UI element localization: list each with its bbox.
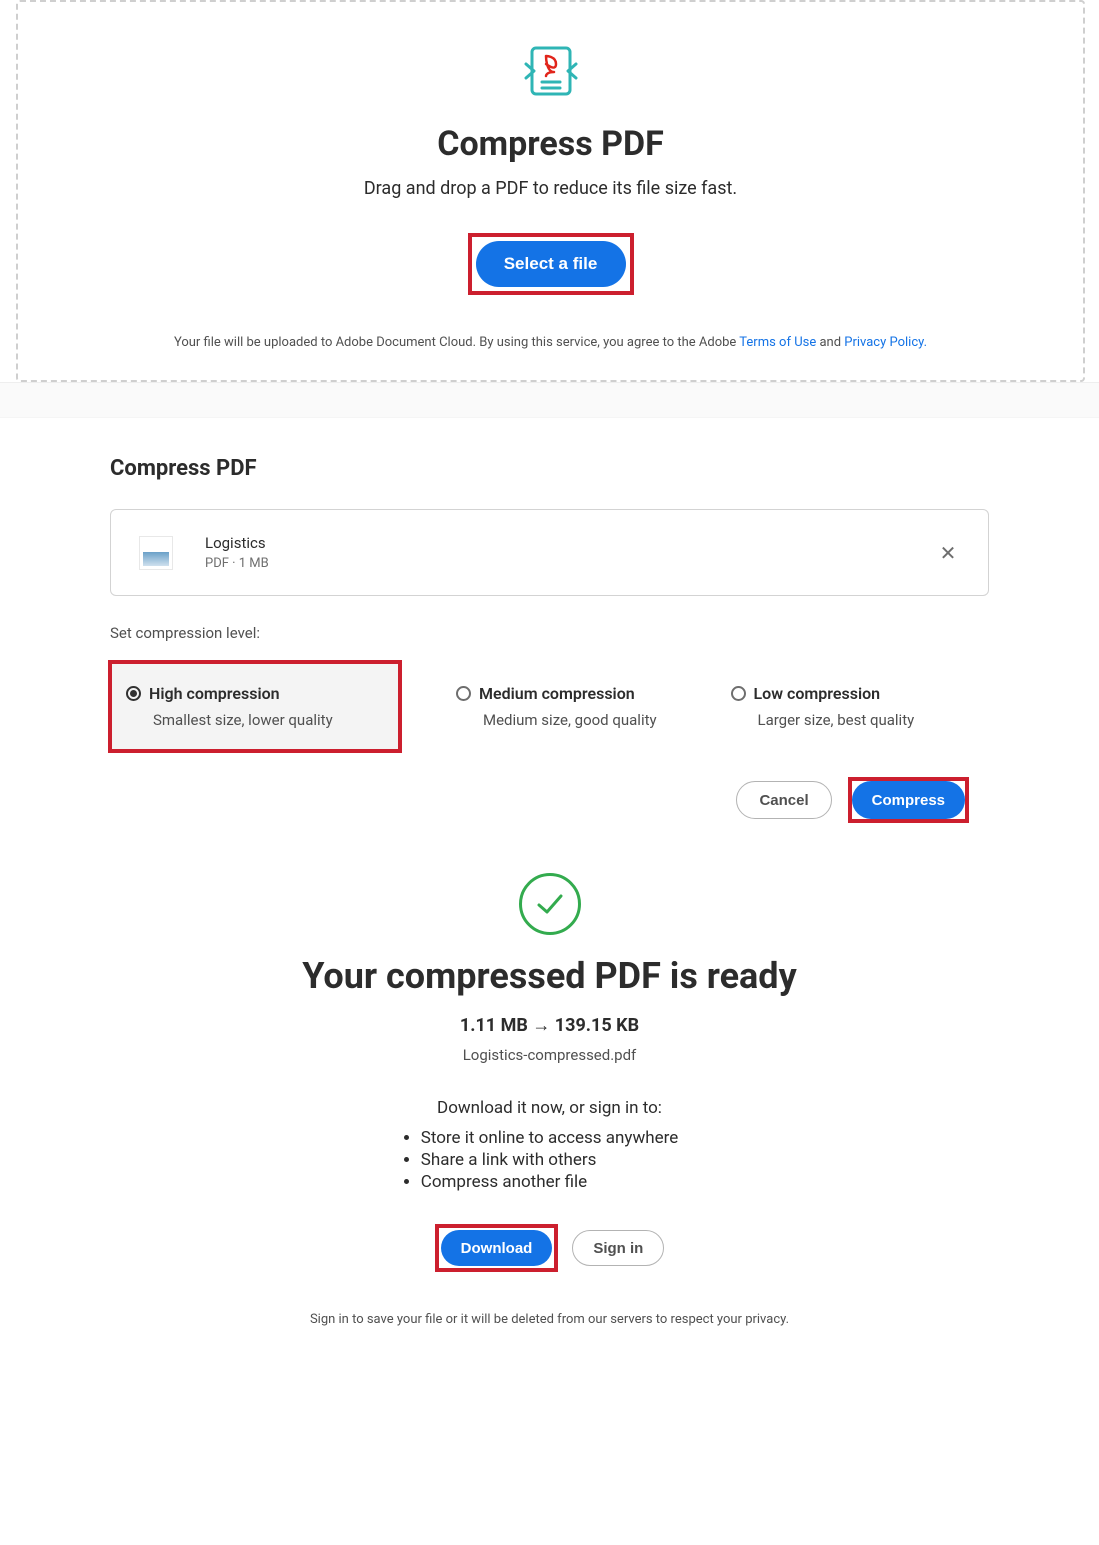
option-title: Medium compression — [479, 684, 635, 703]
file-thumbnail — [139, 536, 173, 570]
legal-text-mid: and — [816, 335, 844, 350]
file-name: Logistics — [205, 534, 936, 552]
download-button-highlight: Download — [435, 1224, 559, 1272]
ready-panel: Your compressed PDF is ready 1.11 MB → 1… — [0, 833, 1099, 1377]
privacy-policy-link[interactable]: Privacy Policy. — [844, 335, 927, 350]
radio-icon — [456, 686, 471, 701]
select-file-highlight: Select a file — [468, 233, 634, 295]
output-filename: Logistics-compressed.pdf — [20, 1046, 1079, 1064]
list-item: Share a link with others — [421, 1150, 678, 1170]
option-medium-compression[interactable]: Medium compression Medium size, good qua… — [440, 662, 715, 751]
dropzone[interactable]: Compress PDF Drag and drop a PDF to redu… — [16, 0, 1085, 382]
download-button[interactable]: Download — [441, 1230, 553, 1266]
compression-settings-panel: Compress PDF Logistics PDF · 1 MB ✕ Set … — [0, 418, 1099, 833]
option-subtitle: Smallest size, lower quality — [153, 711, 384, 729]
ready-actions: Download Sign in — [20, 1224, 1079, 1272]
sign-in-button[interactable]: Sign in — [572, 1230, 664, 1266]
terms-of-use-link[interactable]: Terms of Use — [739, 335, 816, 350]
radio-icon — [731, 686, 746, 701]
close-icon: ✕ — [940, 541, 957, 565]
list-item: Compress another file — [421, 1172, 678, 1192]
option-title: Low compression — [754, 684, 881, 703]
dropzone-subtitle: Drag and drop a PDF to reduce its file s… — [38, 178, 1063, 199]
compression-options: High compression Smallest size, lower qu… — [110, 662, 989, 751]
compress-button-highlight: Compress — [848, 777, 969, 823]
option-high-compression[interactable]: High compression Smallest size, lower qu… — [110, 662, 400, 751]
remove-file-button[interactable]: ✕ — [936, 541, 960, 565]
size-summary: 1.11 MB → 139.15 KB — [20, 1015, 1079, 1036]
ready-legal: Sign in to save your file or it will be … — [20, 1312, 1079, 1327]
compression-level-label: Set compression level: — [110, 624, 989, 642]
settings-heading: Compress PDF — [110, 456, 989, 481]
list-item: Store it online to access anywhere — [421, 1128, 678, 1148]
dropzone-title: Compress PDF — [38, 124, 1063, 164]
ready-lead: Download it now, or sign in to: — [20, 1098, 1079, 1118]
dropzone-legal: Your file will be uploaded to Adobe Docu… — [38, 335, 1063, 350]
success-check-icon — [519, 873, 581, 935]
section-divider — [0, 382, 1099, 418]
select-file-button[interactable]: Select a file — [476, 241, 626, 287]
option-title: High compression — [149, 684, 280, 703]
selected-file-card: Logistics PDF · 1 MB ✕ — [110, 509, 989, 596]
option-subtitle: Medium size, good quality — [483, 711, 699, 729]
pdf-compress-icon — [522, 42, 580, 104]
settings-actions: Cancel Compress — [110, 767, 989, 823]
radio-icon — [126, 686, 141, 701]
file-meta: PDF · 1 MB — [205, 556, 936, 571]
compress-button[interactable]: Compress — [852, 781, 965, 819]
cancel-button[interactable]: Cancel — [736, 781, 831, 819]
option-subtitle: Larger size, best quality — [758, 711, 974, 729]
legal-text-prefix: Your file will be uploaded to Adobe Docu… — [174, 335, 739, 350]
option-low-compression[interactable]: Low compression Larger size, best qualit… — [715, 662, 990, 751]
benefits-list: Store it online to access anywhere Share… — [421, 1126, 678, 1194]
ready-title: Your compressed PDF is ready — [20, 955, 1079, 997]
